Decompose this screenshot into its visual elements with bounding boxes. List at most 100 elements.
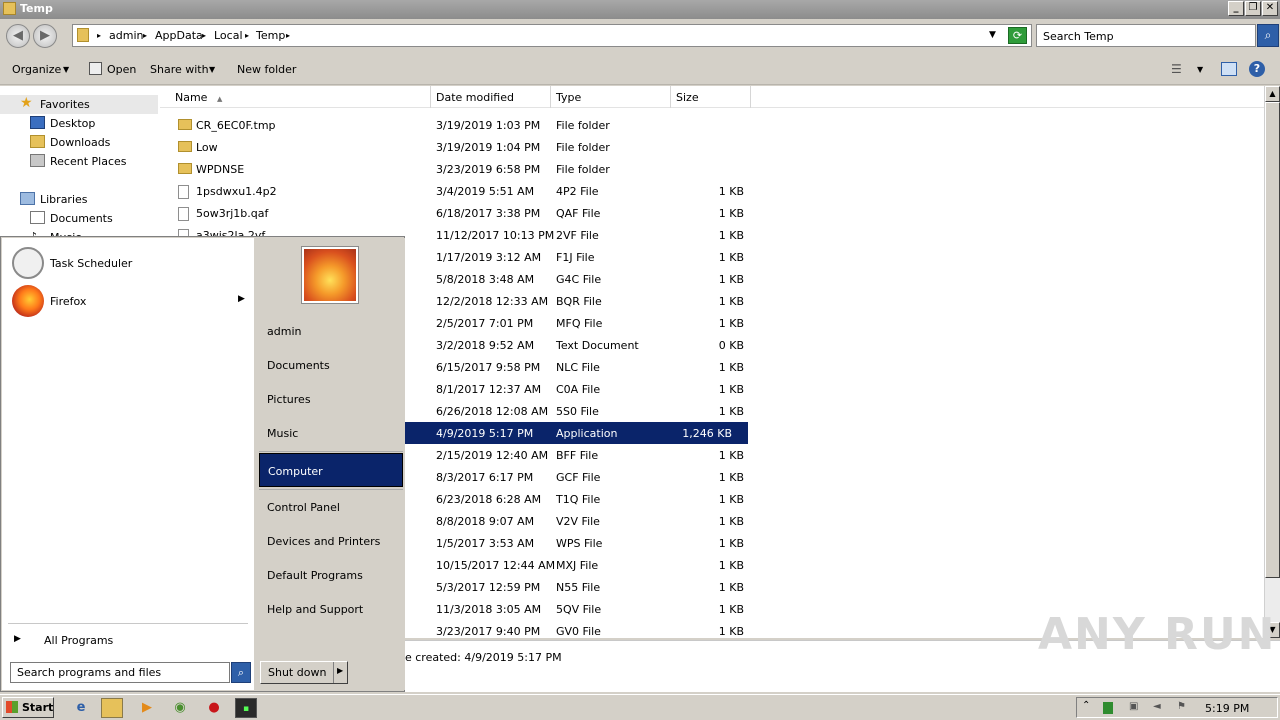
address-bar[interactable]: ▸ admin ▸ AppData ▸ Local ▸ Temp ▸ ▼: [72, 24, 1032, 47]
view-icon[interactable]: ☰: [1171, 62, 1182, 76]
file-type: Text Document: [556, 339, 639, 352]
file-type: BQR File: [556, 295, 602, 308]
nav-favorites[interactable]: ★ Favorites: [0, 95, 158, 114]
chevron-down-icon[interactable]: ▼: [1197, 65, 1203, 74]
column-header-size[interactable]: Size: [671, 86, 751, 108]
nav-documents[interactable]: Documents: [0, 209, 158, 228]
open-button[interactable]: Open: [107, 63, 136, 76]
link-computer[interactable]: Computer: [259, 453, 403, 487]
breadcrumb-admin[interactable]: admin: [109, 29, 143, 42]
table-row[interactable]: CR_6EC0F.tmp 3/19/2019 1:03 PM File folder: [160, 114, 760, 136]
link-default-programs[interactable]: Default Programs: [259, 559, 403, 591]
program-firefox[interactable]: Firefox ▶: [6, 284, 250, 318]
link-music[interactable]: Music: [259, 417, 403, 449]
breadcrumb-appdata[interactable]: AppData: [155, 29, 203, 42]
chevron-right-icon[interactable]: ▸: [202, 31, 206, 40]
documents-icon: [30, 211, 45, 224]
organize-button[interactable]: Organize: [12, 63, 61, 76]
preview-pane-icon[interactable]: [1221, 62, 1237, 76]
help-icon[interactable]: ?: [1249, 61, 1265, 77]
history-dropdown-icon[interactable]: ▼: [989, 30, 996, 40]
search-icon[interactable]: ⌕: [1257, 24, 1279, 47]
chevron-right-icon[interactable]: ▸: [286, 31, 290, 40]
nav-desktop[interactable]: Desktop: [0, 114, 158, 133]
scroll-up-icon[interactable]: ▲: [1265, 86, 1280, 102]
file-size: 1 KB: [718, 625, 744, 638]
column-header-type[interactable]: Type: [551, 86, 671, 108]
program-label: Task Scheduler: [50, 257, 133, 270]
volume-icon[interactable]: ◄: [1153, 701, 1161, 712]
sort-ascending-icon: ▲: [216, 95, 223, 103]
file-name: 5ow3rj1b.qaf: [196, 207, 269, 220]
nav-downloads[interactable]: Downloads: [0, 133, 158, 152]
file-size: 1 KB: [718, 537, 744, 550]
file-date: 2/15/2019 12:40 AM: [436, 449, 549, 462]
link-control-panel[interactable]: Control Panel: [259, 491, 403, 523]
file-size: 1 KB: [718, 449, 744, 462]
internet-explorer-icon[interactable]: e: [70, 698, 92, 718]
breadcrumb-local[interactable]: Local: [214, 29, 243, 42]
nav-libraries[interactable]: Libraries: [0, 190, 158, 209]
table-row[interactable]: 4/9/2019 5:17 PM Application 1,246 KB: [405, 422, 748, 444]
windows-logo-icon: [6, 701, 18, 713]
file-date: 6/15/2017 9:58 PM: [436, 361, 541, 374]
file-date: 3/23/2019 6:58 PM: [436, 163, 541, 176]
new-folder-button[interactable]: New folder: [237, 63, 296, 76]
table-row[interactable]: 1psdwxu1.4p2 3/4/2019 5:51 AM 4P2 File 1 KB: [160, 180, 760, 202]
start-search-input[interactable]: Search programs and files: [10, 662, 230, 683]
shutdown-options-icon[interactable]: ▶: [337, 666, 343, 675]
link-documents[interactable]: Documents: [259, 349, 403, 381]
column-header-name[interactable]: Name ▲: [160, 86, 431, 108]
user-picture[interactable]: [301, 246, 359, 304]
show-hidden-icons-icon[interactable]: ⌃: [1082, 700, 1090, 711]
link-help-support[interactable]: Help and Support: [259, 593, 403, 625]
file-type: G4C File: [556, 273, 602, 286]
breadcrumb-temp[interactable]: Temp: [256, 29, 285, 42]
file-date: 8/3/2017 6:17 PM: [436, 471, 534, 484]
program-task-scheduler[interactable]: Task Scheduler: [6, 246, 250, 280]
column-header-date[interactable]: Date modified: [431, 86, 551, 108]
file-size: 1 KB: [718, 493, 744, 506]
chevron-down-icon[interactable]: ▼: [63, 65, 69, 74]
start-button[interactable]: Start: [2, 697, 54, 718]
nav-recent-places[interactable]: Recent Places: [0, 152, 158, 171]
link-label: Control Panel: [267, 501, 340, 514]
back-button[interactable]: ◀: [6, 24, 30, 48]
link-devices-printers[interactable]: Devices and Printers: [259, 525, 403, 557]
minimize-button[interactable]: _: [1228, 1, 1244, 16]
file-size: 1 KB: [718, 405, 744, 418]
file-size: 1 KB: [718, 273, 744, 286]
close-button[interactable]: ✕: [1262, 1, 1278, 16]
chevron-right-icon[interactable]: ▸: [245, 31, 249, 40]
search-input[interactable]: Search Temp: [1036, 24, 1256, 47]
forward-button[interactable]: ▶: [33, 24, 57, 48]
chevron-right-icon[interactable]: ▸: [143, 31, 147, 40]
terminal-icon[interactable]: ▪: [235, 698, 257, 718]
vertical-scrollbar[interactable]: ▲ ▼: [1264, 86, 1280, 638]
explorer-taskbar-icon[interactable]: [101, 698, 123, 718]
search-icon[interactable]: ⌕: [231, 662, 251, 683]
table-row[interactable]: Low 3/19/2019 1:04 PM File folder: [160, 136, 760, 158]
shutdown-button[interactable]: Shut down ▶: [260, 661, 348, 684]
open-icon: [89, 62, 102, 75]
media-player-icon[interactable]: ▶: [136, 698, 158, 718]
chevron-down-icon[interactable]: ▼: [209, 65, 215, 74]
link-admin[interactable]: admin: [259, 315, 403, 347]
refresh-icon[interactable]: ⟳: [1008, 27, 1027, 44]
scroll-thumb[interactable]: [1265, 102, 1280, 578]
nav-label: Libraries: [40, 193, 88, 206]
share-with-button[interactable]: Share with: [150, 63, 209, 76]
action-center-icon[interactable]: ⚑: [1177, 701, 1186, 712]
network-icon[interactable]: ▣: [1129, 701, 1138, 712]
opera-icon[interactable]: ●: [203, 698, 225, 718]
link-label: Documents: [267, 359, 330, 372]
table-row[interactable]: 5ow3rj1b.qaf 6/18/2017 3:38 PM QAF File 1 K…: [160, 202, 760, 224]
chrome-icon[interactable]: ◉: [169, 698, 191, 718]
file-size: 1,246 KB: [682, 427, 732, 440]
link-pictures[interactable]: Pictures: [259, 383, 403, 415]
table-row[interactable]: WPDNSE 3/23/2019 6:58 PM File folder: [160, 158, 760, 180]
network-status-icon[interactable]: [1103, 702, 1113, 714]
clock[interactable]: 5:19 PM: [1205, 702, 1249, 715]
all-programs-button[interactable]: ▶ All Programs: [6, 630, 250, 652]
restore-button[interactable]: ❐: [1245, 1, 1261, 16]
